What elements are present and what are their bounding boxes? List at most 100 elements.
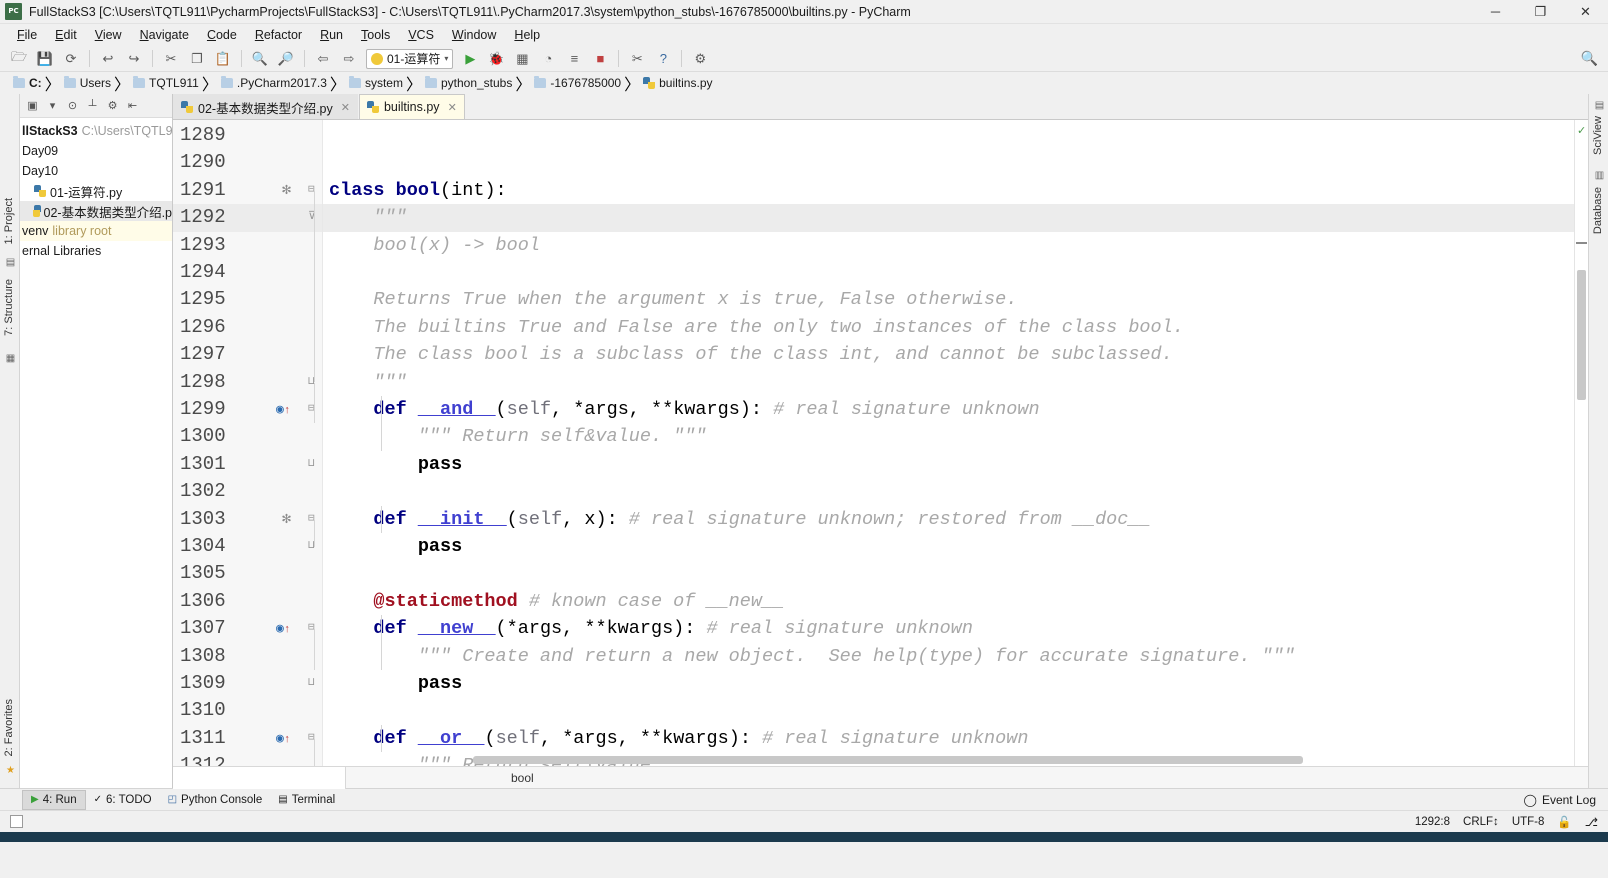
tree-node-2[interactable]: Day10 <box>20 161 172 181</box>
settings-icon[interactable]: ⚙ <box>687 48 713 70</box>
gutter-line[interactable]: 1296 <box>173 314 322 341</box>
code-line[interactable]: Returns True when the argument x is true… <box>329 286 1017 313</box>
stop-icon[interactable]: ■ <box>587 48 613 70</box>
gutter-line[interactable]: 1310 <box>173 697 322 724</box>
gutter-line[interactable]: 1309 ⊔ <box>173 670 322 697</box>
gutter-line[interactable]: 1306 <box>173 588 322 615</box>
gutter-line[interactable]: 1294 <box>173 259 322 286</box>
code-line[interactable]: pass <box>329 533 462 560</box>
settings-gear-icon[interactable]: ⚙ <box>103 96 122 115</box>
cut-icon[interactable]: ✂ <box>158 48 184 70</box>
menu-item-run[interactable]: Run <box>311 26 352 44</box>
run-with-console-icon[interactable]: ≡ <box>561 48 587 70</box>
code-line[interactable]: """ <box>329 369 406 396</box>
sidebar-item-structure[interactable]: 7: Structure <box>3 279 15 336</box>
fold-close-icon[interactable]: ⊔ <box>308 451 315 478</box>
grid-icon[interactable]: ▤ <box>1593 99 1606 112</box>
coverage-icon[interactable]: ▦ <box>509 48 535 70</box>
breadcrumb-item-1[interactable]: Users <box>61 76 114 90</box>
profile-icon[interactable]: ◔ <box>535 48 561 70</box>
menu-item-tools[interactable]: Tools <box>352 26 399 44</box>
gutter-line[interactable]: 1305 <box>173 560 322 587</box>
vcs-update-icon[interactable]: ✂ <box>624 48 650 70</box>
gutter-line[interactable]: 1297 <box>173 341 322 368</box>
breadcrumb-item-5[interactable]: python_stubs <box>422 76 515 90</box>
editor-gutter[interactable]: 1289 1290 1291 ✻ ⊟ 1292 ⊽ 1293 1294 1295 1296 1297 1… <box>173 120 323 766</box>
gutter-line[interactable]: 1300 <box>173 423 322 450</box>
sidebar-item-sciview[interactable]: SciView <box>1592 116 1604 155</box>
scroll-from-source-icon[interactable]: ⊙ <box>63 96 82 115</box>
gutter-line[interactable]: 1304 ⊔ <box>173 533 322 560</box>
undo-icon[interactable]: ↩ <box>95 48 121 70</box>
code-line[interactable]: def __init__(self, x): # real signature … <box>329 506 1150 533</box>
chevron-down-icon[interactable]: ▾ <box>43 96 62 115</box>
close-icon[interactable]: ✕ <box>341 101 350 114</box>
breadcrumb-item-4[interactable]: system <box>346 76 406 90</box>
paste-icon[interactable]: 📋 <box>210 48 236 70</box>
search-everywhere-icon[interactable]: 🔍 <box>1581 50 1598 67</box>
tree-node-0[interactable]: llStackS3 C:\Users\TQTL9 <box>20 121 172 141</box>
minimize-button[interactable]: ─ <box>1473 0 1518 24</box>
select-opened-file-icon[interactable]: ▣ <box>23 96 42 115</box>
bottom-tab-pythonconsole[interactable]: ◰ Python Console <box>160 790 271 810</box>
sidebar-item-favorites[interactable]: 2: Favorites <box>3 699 15 756</box>
gutter-line[interactable]: 1292 ⊽ <box>173 204 322 231</box>
override-method-icon[interactable]: ◉↑ <box>276 725 290 754</box>
replace-icon[interactable]: 🔎 <box>273 48 299 70</box>
bottom-tab-run[interactable]: ▶ 4: Run <box>22 789 86 810</box>
encoding[interactable]: UTF-8 <box>1512 816 1545 828</box>
editor-tab-0[interactable]: 02-基本数据类型介绍.py ✕ <box>173 94 358 119</box>
tree-node-6[interactable]: ernal Libraries <box>20 241 172 261</box>
gutter-line[interactable]: 1312 <box>173 752 322 766</box>
line-separator[interactable]: CRLF↕ <box>1463 816 1499 828</box>
back-icon[interactable]: ⇦ <box>310 48 336 70</box>
bottom-tab-terminal[interactable]: ▤ Terminal <box>270 790 343 810</box>
open-folder-icon[interactable]: 🗁 <box>6 48 32 70</box>
code-line[interactable]: """ Return self&value. """ <box>329 423 707 450</box>
code-line[interactable]: class bool(int): <box>329 177 507 204</box>
menu-item-window[interactable]: Window <box>443 26 505 44</box>
maximize-button[interactable]: ❐ <box>1518 0 1563 24</box>
hide-icon[interactable]: ⇤ <box>123 96 142 115</box>
gutter-line[interactable]: 1299 ◉↑ ⊟ <box>173 396 322 423</box>
branch-icon[interactable]: ⎇ <box>1585 815 1598 829</box>
close-icon[interactable]: ✕ <box>448 101 457 114</box>
grid-icon[interactable]: ▤ <box>4 256 17 269</box>
gutter-line[interactable]: 1303 ✻ ⊟ <box>173 506 322 533</box>
gutter-line[interactable]: 1291 ✻ ⊟ <box>173 177 322 204</box>
run-icon[interactable]: ▶ <box>457 48 483 70</box>
help-icon[interactable]: ? <box>650 48 676 70</box>
menu-item-edit[interactable]: Edit <box>46 26 86 44</box>
code-line[interactable]: pass <box>329 670 462 697</box>
override-method-icon[interactable]: ◉↑ <box>276 615 290 644</box>
close-button[interactable]: ✕ <box>1563 0 1608 24</box>
breadcrumb-item-3[interactable]: .PyCharm2017.3 <box>218 76 330 90</box>
tree-node-4[interactable]: 02-基本数据类型介绍.p <box>20 201 172 221</box>
gutter-line[interactable]: 1290 <box>173 149 322 176</box>
gutter-line[interactable]: 1307 ◉↑ ⊟ <box>173 615 322 642</box>
code-editor[interactable]: 1289 1290 1291 ✻ ⊟ 1292 ⊽ 1293 1294 1295 1296 1297 1… <box>173 120 1588 766</box>
gutter-line[interactable]: 1308 <box>173 643 322 670</box>
override-method-icon[interactable]: ◉↑ <box>276 396 290 425</box>
breadcrumb-item-7[interactable]: builtins.py <box>640 76 715 90</box>
menu-item-navigate[interactable]: Navigate <box>131 26 198 44</box>
overridden-marker-icon[interactable]: ✻ <box>282 506 291 533</box>
tree-node-5[interactable]: venv library root <box>20 221 172 241</box>
current-symbol-crumb[interactable]: bool <box>346 771 534 785</box>
marker-strip[interactable]: ✓ <box>1574 120 1588 766</box>
code-line[interactable]: The builtins True and False are the only… <box>329 314 1183 341</box>
bottom-tab-todo[interactable]: ✓ 6: TODO <box>86 790 160 810</box>
menu-item-help[interactable]: Help <box>505 26 549 44</box>
structure-icon[interactable]: ▦ <box>4 352 17 365</box>
event-log-button[interactable]: ◯ Event Log <box>1524 793 1608 807</box>
redo-icon[interactable]: ↪ <box>121 48 147 70</box>
gutter-line[interactable]: 1295 <box>173 286 322 313</box>
editor-tab-1[interactable]: builtins.py ✕ <box>358 94 465 119</box>
fold-close-icon[interactable]: ⊔ <box>308 670 315 697</box>
sync-icon[interactable]: ⟳ <box>58 48 84 70</box>
code-line[interactable]: bool(x) -> bool <box>329 232 540 259</box>
code-line[interactable]: @staticmethod # known case of __new__ <box>329 588 784 615</box>
breadcrumb-item-0[interactable]: C: <box>10 76 45 90</box>
gutter-line[interactable]: 1302 <box>173 478 322 505</box>
copy-icon[interactable]: ❐ <box>184 48 210 70</box>
